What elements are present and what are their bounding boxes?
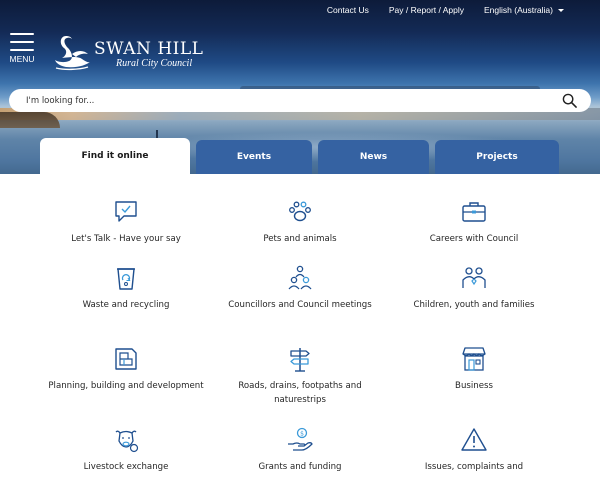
svg-text:$: $	[300, 431, 304, 438]
item-label: Issues, complaints and	[424, 462, 524, 472]
item-label: Roads, drains, footpaths and naturestrip…	[238, 381, 362, 405]
find-it-online-grid: Let's Talk - Have your say Pets and anim…	[0, 174, 600, 480]
paw-icon	[289, 201, 311, 222]
councillors-icon	[288, 265, 312, 290]
item-label: Let's Talk - Have your say	[71, 234, 181, 244]
item-label: Business	[455, 381, 493, 391]
hamburger-icon	[10, 33, 34, 35]
warning-icon	[461, 428, 487, 451]
chat-check-icon	[115, 201, 137, 222]
link-roads-drains-footpaths[interactable]: Roads, drains, footpaths and naturestrip…	[200, 345, 400, 407]
logo-subtitle: Rural City Council	[116, 58, 193, 69]
logo-title: SWAN HILL	[94, 39, 204, 59]
grant-hand-icon: $	[288, 427, 313, 451]
link-planning-building-and-development[interactable]: Planning, building and development	[26, 345, 226, 393]
item-label: Children, youth and families	[413, 300, 535, 310]
signpost-icon	[290, 348, 310, 372]
recycle-bin-icon	[117, 268, 135, 290]
menu-label: MENU	[9, 54, 35, 64]
item-label: Waste and recycling	[82, 300, 170, 310]
swan-logo-icon	[55, 36, 90, 71]
search-input[interactable]	[26, 95, 546, 106]
search-icon[interactable]	[562, 93, 577, 108]
family-icon	[462, 267, 486, 288]
link-lets-talk[interactable]: Let's Talk - Have your say	[26, 198, 226, 246]
language-selector[interactable]: English (Australia)	[484, 5, 564, 15]
pay-report-apply-link[interactable]: Pay / Report / Apply	[389, 5, 464, 15]
link-issues-complaints[interactable]: Issues, complaints and	[374, 426, 574, 474]
top-utility-nav: Contact Us Pay / Report / Apply English …	[327, 5, 564, 15]
link-grants-and-funding[interactable]: $ Grants and funding	[200, 426, 400, 474]
tab-events[interactable]: Events	[196, 140, 312, 174]
link-livestock-exchange[interactable]: Livestock exchange	[26, 426, 226, 474]
search-bar	[9, 89, 591, 112]
item-label: Grants and funding	[258, 462, 342, 472]
briefcase-icon	[462, 202, 486, 222]
hero-banner: Contact Us Pay / Report / Apply English …	[0, 0, 600, 174]
link-councillors-and-council-meetings[interactable]: Councillors and Council meetings	[200, 264, 400, 312]
item-label: Careers with Council	[429, 234, 519, 244]
tab-bar: Find it online Events News Projects	[0, 138, 600, 174]
shopfront-icon	[462, 347, 486, 371]
item-label: Livestock exchange	[83, 462, 169, 472]
link-pets-and-animals[interactable]: Pets and animals	[200, 198, 400, 246]
caret-down-icon	[558, 8, 564, 12]
item-label: Planning, building and development	[48, 381, 204, 391]
floor-plan-icon	[115, 348, 137, 370]
link-careers-with-council[interactable]: Careers with Council	[374, 198, 574, 246]
contact-us-link[interactable]: Contact Us	[327, 5, 369, 15]
menu-button[interactable]: MENU	[9, 33, 35, 67]
council-logo[interactable]: SWAN HILL Rural City Council	[52, 32, 203, 72]
tab-find-it-online[interactable]: Find it online	[40, 138, 190, 174]
item-label: Pets and animals	[263, 234, 337, 244]
livestock-icon	[115, 430, 139, 453]
trees-silhouette	[0, 112, 60, 128]
link-waste-and-recycling[interactable]: Waste and recycling	[26, 264, 226, 312]
tab-projects[interactable]: Projects	[435, 140, 559, 174]
tab-news[interactable]: News	[318, 140, 429, 174]
link-children-youth-and-families[interactable]: Children, youth and families	[374, 264, 574, 312]
link-business[interactable]: Business	[374, 345, 574, 393]
item-label: Councillors and Council meetings	[228, 300, 372, 310]
